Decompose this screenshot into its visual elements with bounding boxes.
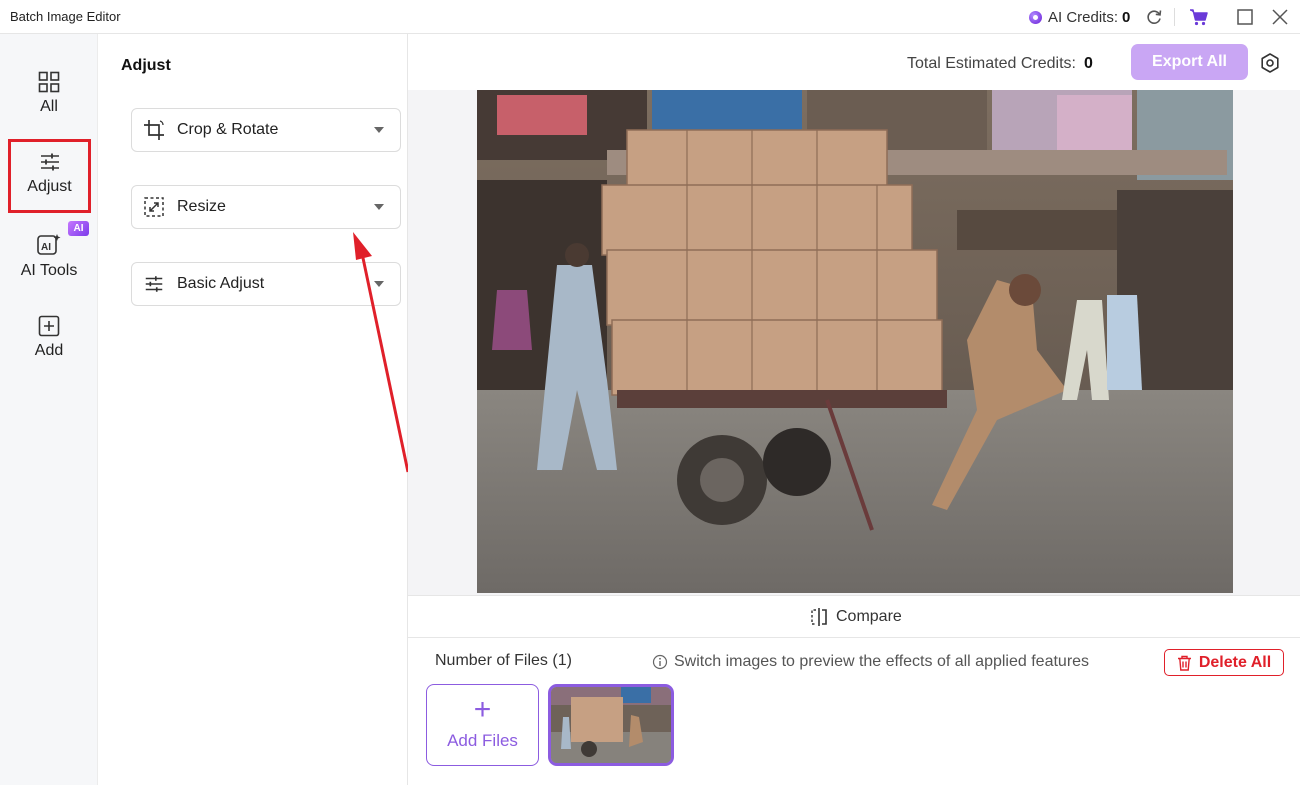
plus-icon: + (473, 693, 492, 726)
panel-title: Adjust (121, 57, 171, 74)
estimated-credits: Total Estimated Credits: 0 (907, 55, 1093, 73)
compare-icon (811, 608, 827, 626)
sidebar: All Adjust AI AI Tools Add (0, 34, 98, 785)
ai-tools-icon: AI (37, 234, 61, 255)
ai-credits-label: AI Credits: (1048, 8, 1119, 26)
refresh-icon[interactable] (1144, 7, 1164, 27)
add-files-button[interactable]: + Add Files (426, 684, 539, 766)
ai-credits-value: 0 (1122, 8, 1131, 26)
cart-icon[interactable] (1188, 6, 1210, 28)
resize-icon (144, 197, 164, 217)
app-title: Batch Image Editor (10, 9, 121, 24)
svg-text:AI: AI (41, 242, 51, 253)
crop-rotate-dropdown[interactable]: Crop & Rotate (131, 108, 401, 152)
sidebar-item-label: All (40, 98, 58, 115)
title-bar: Batch Image Editor AI Credits: 0 (0, 0, 1300, 34)
sidebar-item-label: Adjust (27, 178, 72, 195)
sidebar-item-all[interactable]: All (9, 62, 89, 132)
app-window: Batch Image Editor AI Credits: 0 All Adj… (0, 0, 1300, 785)
compare-label: Compare (836, 608, 902, 625)
preview-image (477, 90, 1233, 593)
grid-icon (38, 71, 60, 93)
plus-square-icon (38, 315, 60, 337)
compare-button[interactable]: Compare (810, 607, 902, 627)
ai-credits: AI Credits: 0 (1029, 6, 1130, 28)
sidebar-item-label: AI Tools (20, 262, 78, 279)
estimated-credits-value: 0 (1083, 55, 1093, 72)
ai-badge: AI (68, 221, 89, 236)
trash-icon (1177, 655, 1191, 671)
sidebar-item-adjust[interactable]: Adjust (8, 139, 91, 213)
crop-rotate-icon (144, 120, 164, 140)
credit-gem-icon (1029, 10, 1042, 24)
dropdown-label: Crop & Rotate (177, 121, 279, 138)
preview-hint: Switch images to preview the effects of … (652, 653, 1089, 671)
chevron-down-icon (374, 127, 384, 133)
divider (1174, 8, 1175, 26)
info-icon (652, 654, 668, 670)
sidebar-item-label: Add (34, 342, 64, 359)
sidebar-item-add[interactable]: Add (9, 306, 89, 376)
maximize-icon[interactable] (1236, 8, 1254, 26)
export-all-button[interactable]: Export All (1131, 44, 1248, 80)
files-count: Number of Files (1) (435, 652, 572, 669)
hint-text: Switch images to preview the effects of … (674, 653, 1090, 670)
compare-bar: Compare (408, 595, 1300, 638)
settings-icon[interactable] (1259, 52, 1281, 74)
add-files-label: Add Files (447, 731, 518, 750)
sliders-icon (145, 276, 163, 292)
file-thumbnail[interactable] (548, 684, 674, 766)
sliders-icon (40, 153, 59, 171)
close-icon[interactable] (1271, 8, 1289, 26)
estimated-credits-label: Total Estimated Credits: (907, 55, 1076, 72)
delete-all-label: Delete All (1198, 653, 1272, 671)
delete-all-button[interactable]: Delete All (1164, 649, 1284, 676)
chevron-down-icon (374, 204, 384, 210)
dropdown-label: Resize (177, 198, 226, 215)
